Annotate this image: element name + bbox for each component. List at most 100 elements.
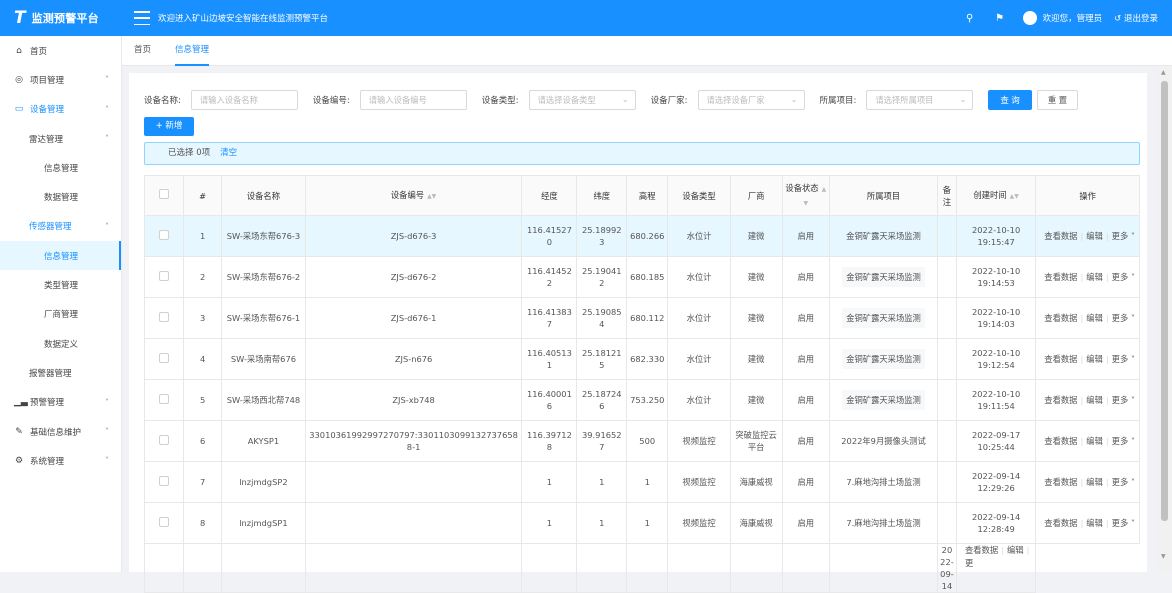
row-checkbox[interactable] — [159, 393, 170, 404]
created-clock: 19:12:54 — [977, 360, 1015, 370]
bell-icon[interactable]: ⚑ — [985, 13, 1015, 24]
table-row[interactable]: 6 AKYSP1 33010361992997270797:330110309913… — [143, 420, 1140, 462]
edit-link[interactable]: 编辑 — [1086, 436, 1103, 446]
view-data-link[interactable]: 查看数据 — [1044, 231, 1077, 241]
sidebar-item[interactable]: ⌂ 首页 — [0, 36, 121, 65]
row-checkbox[interactable] — [159, 516, 170, 527]
scrollbar-thumb[interactable] — [1161, 81, 1168, 521]
selection-count: 已选择 0项 — [168, 148, 211, 158]
divider: | — [1105, 312, 1109, 323]
more-link[interactable]: 更多 — [1112, 395, 1129, 405]
sidebar-item[interactable]: 信息管理 — [0, 153, 121, 182]
more-link[interactable]: 更多 — [1112, 354, 1129, 364]
sidebar-item[interactable]: 报警器管理 — [0, 358, 121, 387]
scroll-up-icon[interactable]: ▲ — [1161, 69, 1166, 76]
view-data-link[interactable]: 查看数据 — [1044, 395, 1077, 405]
more-link[interactable]: 更多 — [1112, 313, 1129, 323]
row-checkbox[interactable] — [159, 229, 170, 240]
table-row[interactable]: 4 SW-采场南帮676 ZJS-n676 116.405131 25.181215 68… — [143, 338, 1140, 380]
sidebar-item[interactable]: 数据定义 — [0, 329, 121, 358]
edit-link[interactable]: 编辑 — [1086, 477, 1103, 487]
sidebar-item[interactable]: ◎ 项目管理 ˅ — [0, 65, 121, 94]
edit-link[interactable]: 编辑 — [1086, 231, 1103, 241]
table-row[interactable]: 5 SW-采场西北帮748 ZJS-xb748 116.400016 25.187246… — [143, 379, 1140, 421]
select-all-checkbox[interactable] — [159, 189, 170, 199]
edit-link[interactable]: 编辑 — [1086, 518, 1103, 528]
view-data-link[interactable]: 查看数据 — [1044, 436, 1077, 446]
query-button[interactable]: 查 询 — [988, 90, 1032, 110]
table-row[interactable]: 2022-09-14 查看数据 | 编辑 |更 — [143, 543, 1140, 593]
sidebar-item[interactable]: 类型管理 — [0, 270, 121, 299]
cell-device-name: lnzjmdgSP1 — [221, 502, 306, 544]
cell-device-code — [304, 502, 523, 544]
device-code-input[interactable]: 请输入设备编号 — [359, 90, 467, 110]
view-data-link[interactable]: 查看数据 — [1044, 272, 1077, 282]
page-scrollbar[interactable]: ▲ ▼ — [1157, 67, 1172, 572]
sidebar-item[interactable]: 雷达管理 ˄ — [0, 124, 121, 153]
edit-link[interactable]: 编辑 — [1086, 313, 1103, 323]
sidebar-item[interactable]: 厂商管理 — [0, 300, 121, 329]
row-checkbox[interactable] — [159, 475, 170, 486]
cell-longitude: 116.415270 — [521, 215, 578, 257]
view-data-link[interactable]: 查看数据 — [1044, 313, 1077, 323]
add-button[interactable]: + 新增 — [144, 117, 194, 136]
sort-icon[interactable]: ▲▼ — [1010, 193, 1019, 200]
sidebar-item[interactable]: ▭ 设备管理 ˄ — [0, 95, 121, 124]
more-link[interactable]: 更多 — [1112, 272, 1129, 282]
table-cell — [667, 543, 731, 593]
edit-link[interactable]: 编辑 — [1086, 354, 1103, 364]
view-data-link[interactable]: 查看数据 — [1044, 477, 1077, 487]
view-data-link[interactable]: 查看数据 — [1044, 518, 1077, 528]
table-row[interactable]: 3 SW-采场东帮676-1 ZJS-d676-1 116.413837 25.1908… — [143, 297, 1140, 339]
menu-toggle-icon[interactable] — [134, 11, 150, 25]
sort-icon[interactable]: ▲▼ — [427, 193, 436, 200]
cell-created-time: 2022-10-10 19:14:53 — [955, 256, 1037, 298]
tab-info-management[interactable]: 信息管理 — [163, 36, 221, 66]
more-link[interactable]: 更多 — [1112, 231, 1129, 241]
more-link[interactable]: 更多 — [1112, 518, 1129, 528]
scroll-down-icon[interactable]: ▼ — [1161, 553, 1166, 560]
search-icon[interactable]: ⚲ — [955, 13, 985, 24]
table-row[interactable]: 8 lnzjmdgSP1 1 1 1 视频监控 海康威视 启用 7.麻地沟排土场监测 2022-0… — [143, 502, 1140, 544]
table-row[interactable]: 7 lnzjmdgSP2 1 1 1 视频监控 海康威视 启用 7.麻地沟排土场监测 2022-0… — [143, 461, 1140, 503]
table-row[interactable]: 1 SW-采场东帮676-3 ZJS-d676-3 116.415270 25.1899… — [143, 215, 1140, 257]
col-device-code[interactable]: 设备编号 ▲▼ — [304, 175, 523, 216]
more-link[interactable]: 更多 — [1112, 436, 1129, 446]
row-checkbox[interactable] — [159, 311, 170, 322]
more-link[interactable]: 更 — [965, 558, 973, 568]
edit-link[interactable]: 编辑 — [1086, 272, 1103, 282]
more-link[interactable]: 更多 — [1112, 477, 1129, 487]
view-data-link[interactable]: 查看数据 — [965, 545, 998, 555]
device-vendor-select[interactable]: 请选择设备厂家 ⌄ — [697, 90, 805, 110]
sidebar-item[interactable]: 信息管理 — [0, 241, 121, 271]
project-name: 金铜矿露天采场监测 — [842, 390, 925, 410]
cell-elevation: 680.112 — [626, 297, 669, 339]
user-greeting[interactable]: 欢迎您，管理员 — [1043, 12, 1103, 24]
cell-device-type: 水位计 — [667, 338, 731, 380]
device-type-select[interactable]: 请选择设备类型 ⌄ — [528, 90, 636, 110]
sidebar-item[interactable]: 传感器管理 ˄ — [0, 212, 121, 241]
tab-home[interactable]: 首页 — [122, 36, 163, 66]
edit-link[interactable]: 编辑 — [1007, 545, 1024, 555]
select-all-cell[interactable] — [143, 175, 185, 216]
sidebar-item[interactable]: ✎ 基础信息维护 ˅ — [0, 417, 121, 446]
cell-device-code: ZJS-d676-1 — [304, 297, 523, 339]
sidebar-item[interactable]: 数据管理 — [0, 182, 121, 211]
edit-link[interactable]: 编辑 — [1086, 395, 1103, 405]
logout-button[interactable]: ↺ 退出登录 — [1114, 12, 1158, 24]
sidebar-item[interactable]: ⚙ 系统管理 ˅ — [0, 446, 121, 475]
avatar[interactable] — [1022, 11, 1037, 25]
col-status[interactable]: 设备状态 ▲▼ — [781, 175, 831, 216]
clear-selection-link[interactable]: 清空 — [220, 148, 237, 158]
sidebar-item[interactable]: ▁▃ 预警管理 ˅ — [0, 388, 121, 417]
table-row[interactable]: 2 SW-采场东帮676-2 ZJS-d676-2 116.414522 25.1904… — [143, 256, 1140, 298]
row-checkbox[interactable] — [159, 434, 170, 445]
view-data-link[interactable]: 查看数据 — [1044, 354, 1077, 364]
row-checkbox[interactable] — [159, 270, 170, 281]
device-name-input[interactable]: 请输入设备名称 — [190, 90, 298, 110]
reset-button[interactable]: 重 置 — [1036, 90, 1079, 110]
col-created-time[interactable]: 创建时间 ▲▼ — [955, 175, 1037, 216]
project-select[interactable]: 请选择所属项目 ⌄ — [866, 90, 974, 110]
row-checkbox[interactable] — [159, 352, 170, 363]
created-date: 2022-09-14 — [972, 512, 1021, 522]
